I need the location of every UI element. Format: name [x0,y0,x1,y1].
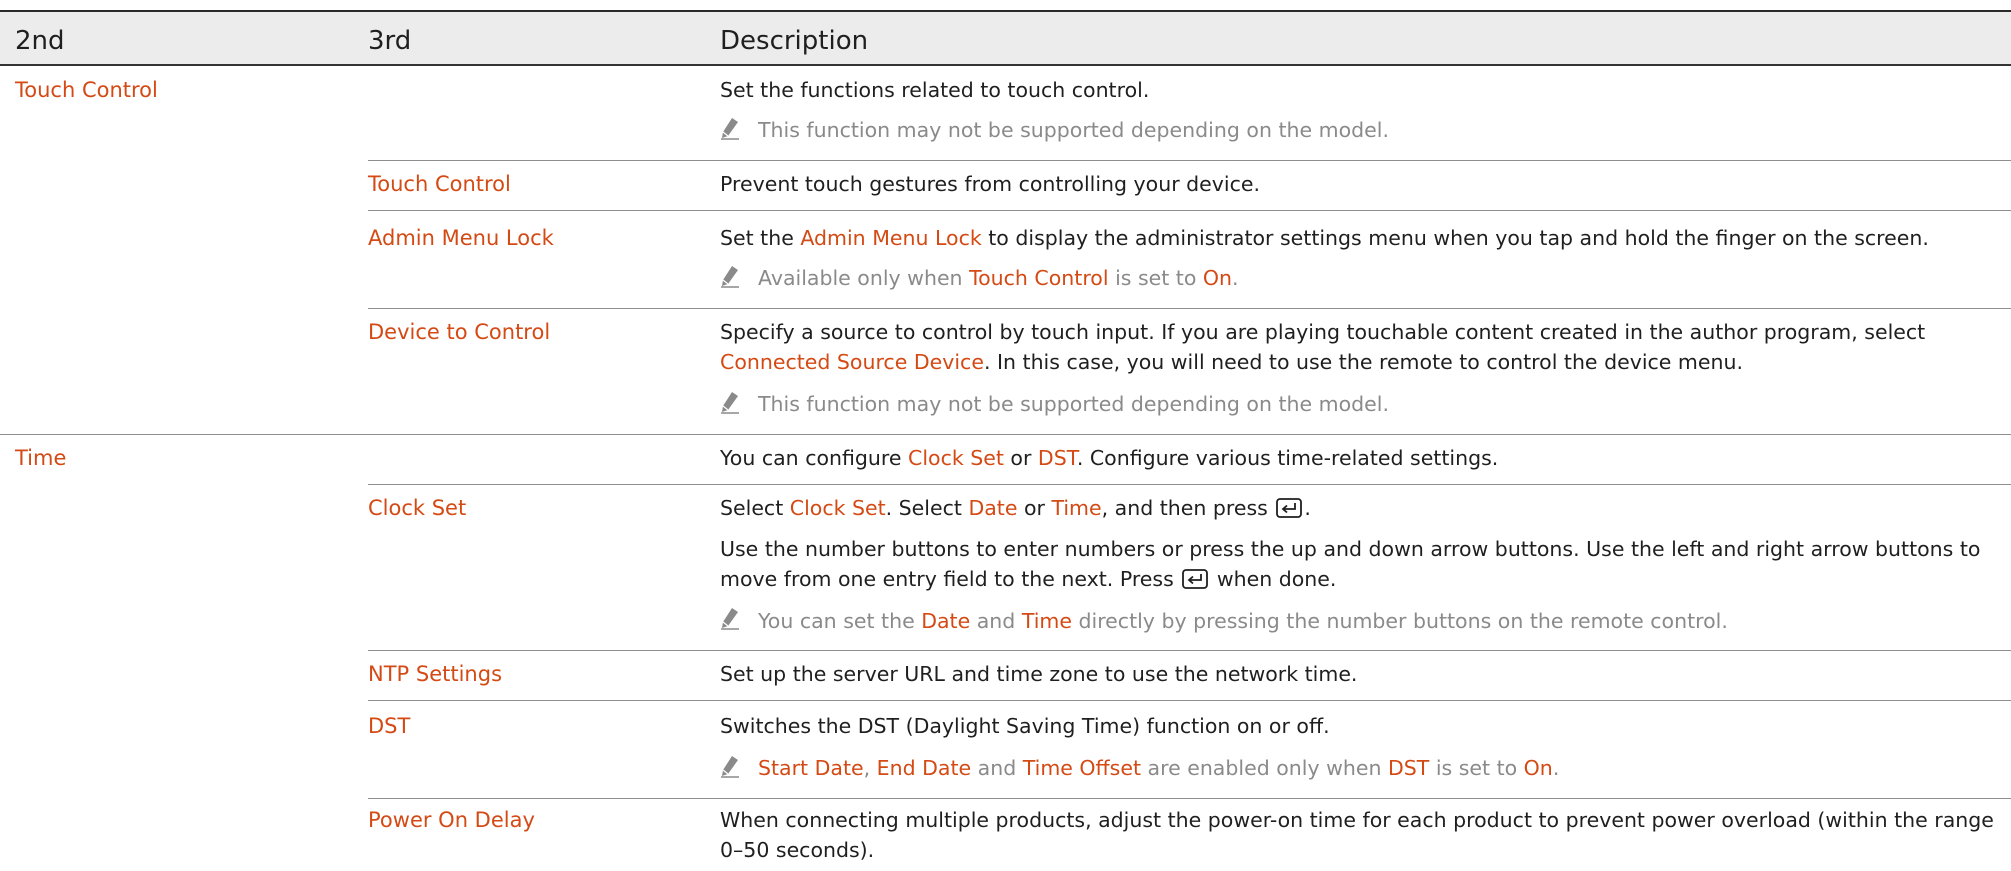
enter-key-icon [1276,498,1302,518]
row-divider [368,700,2011,701]
header-2nd: 2nd [15,26,65,56]
pencil-icon [720,116,740,140]
touch-control-note: This function may not be supported depen… [758,118,1389,142]
row-divider [368,308,2011,309]
group-divider [0,434,2011,435]
header-3rd: 3rd [368,26,412,56]
device-to-control-note: This function may not be supported depen… [758,392,1389,416]
dst-note: Start Date, End Date and Time Offset are… [758,756,1560,780]
row-divider [368,650,2011,651]
row-divider [368,210,2011,211]
touch-control-sub-desc: Prevent touch gestures from controlling … [720,172,1261,196]
table-header: 2nd 3rd Description [0,12,2011,66]
power-on-delay-desc-line2: 0–50 seconds). [720,838,875,862]
pencil-icon [720,754,740,778]
device-to-control-desc-line1: Specify a source to control by touch inp… [720,320,1926,344]
time-desc: You can configure Clock Set or DST. Conf… [720,446,1499,470]
enter-key-icon [1182,569,1208,589]
item-power-on-delay: Power On Delay [368,808,535,832]
pencil-icon [720,390,740,414]
item-ntp-settings: NTP Settings [368,662,503,686]
item-touch-control: Touch Control [15,78,158,102]
item-admin-menu-lock: Admin Menu Lock [368,226,554,250]
item-time: Time [15,446,67,470]
item-touch-control-sub: Touch Control [368,172,511,196]
touch-control-desc: Set the functions related to touch contr… [720,78,1150,102]
power-on-delay-desc-line1: When connecting multiple products, adjus… [720,808,1994,832]
item-clock-set: Clock Set [368,496,467,520]
item-device-to-control: Device to Control [368,320,551,344]
ntp-settings-desc: Set up the server URL and time zone to u… [720,662,1358,686]
item-dst: DST [368,714,411,738]
clock-set-desc-line3: move from one entry field to the next. P… [720,567,1337,591]
admin-menu-lock-note: Available only when Touch Control is set… [758,266,1239,290]
row-divider [368,484,2011,485]
pencil-icon [720,606,740,630]
pencil-icon [720,264,740,288]
dst-desc: Switches the DST (Daylight Saving Time) … [720,714,1330,738]
clock-set-note: You can set the Date and Time directly b… [758,609,1728,633]
clock-set-desc-line1: Select Clock Set. Select Date or Time, a… [720,496,1311,520]
row-divider [368,160,2011,161]
admin-menu-lock-desc: Set the Admin Menu Lock to display the a… [720,226,1929,250]
device-to-control-desc-line2: Connected Source Device. In this case, y… [720,350,1743,374]
clock-set-desc-line2: Use the number buttons to enter numbers … [720,537,1981,561]
row-divider [368,798,2011,799]
header-description: Description [720,26,869,56]
